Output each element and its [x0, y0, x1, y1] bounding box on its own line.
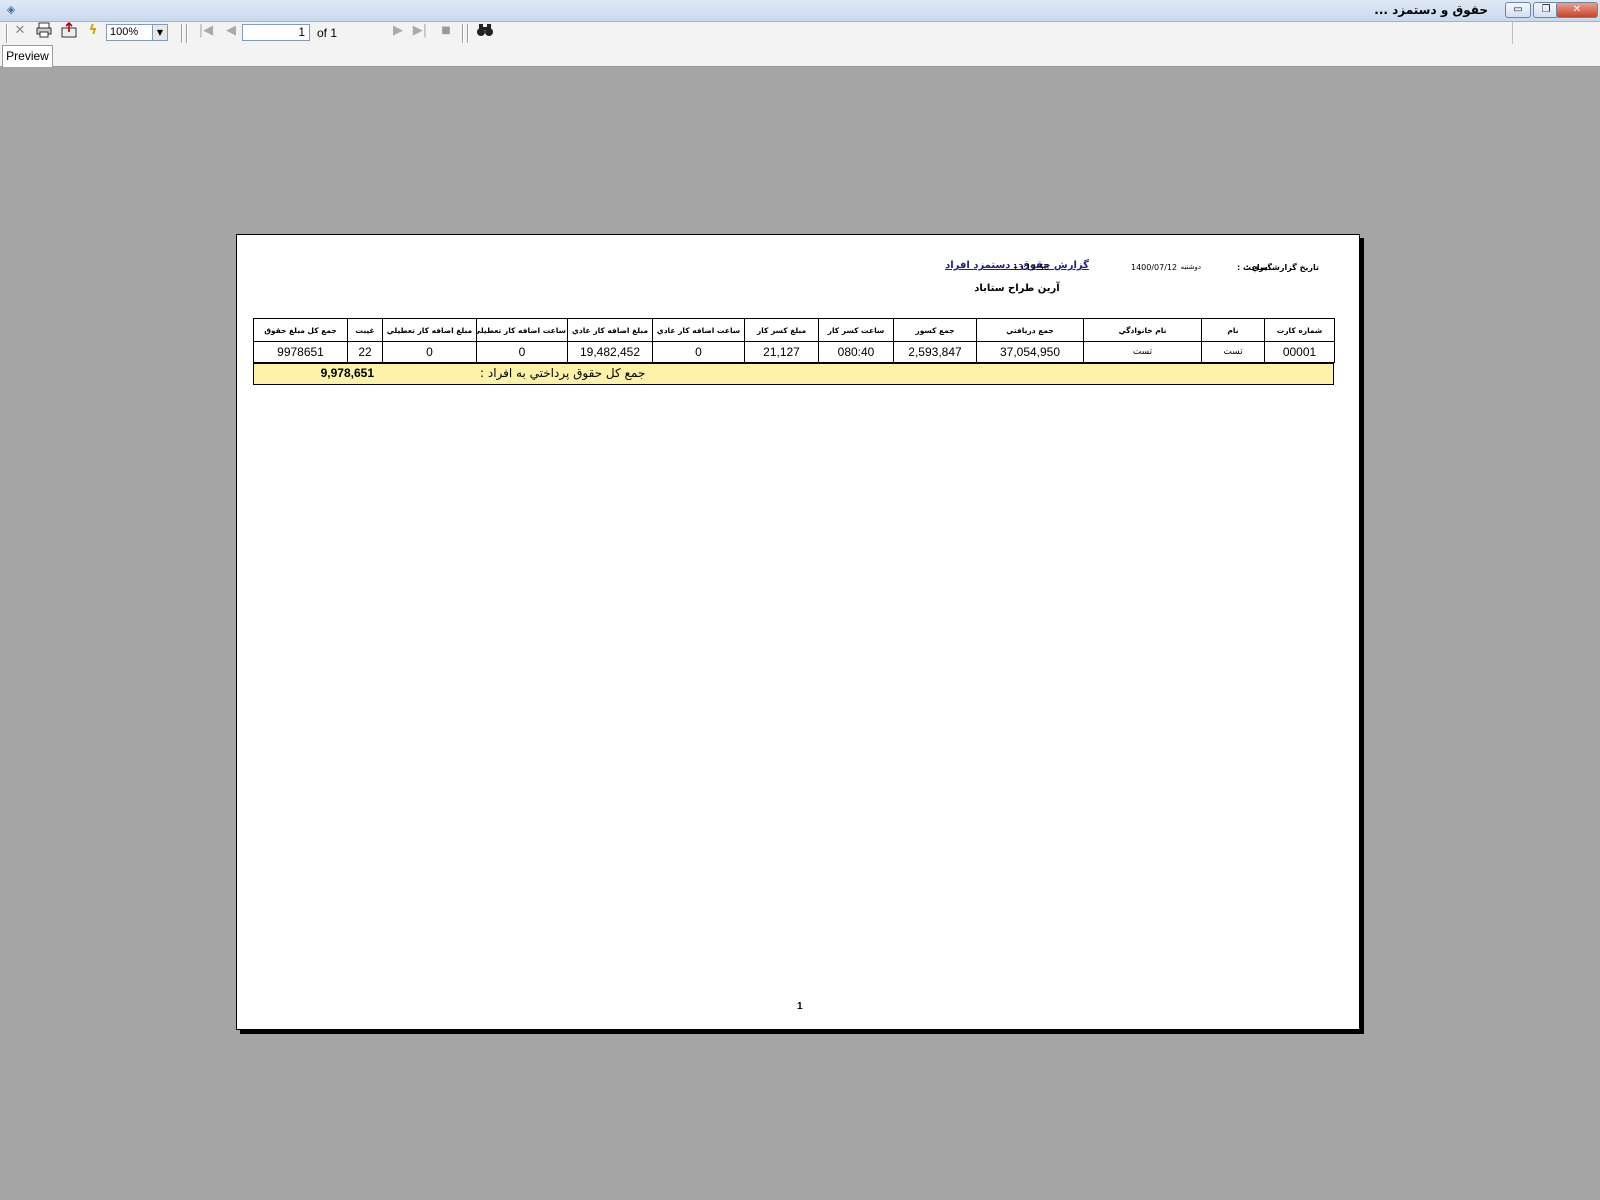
window-titlebar: ◈ حقوق و دستمزد ... ▭ ❐ ✕ — [0, 0, 1600, 22]
app-icon: ◈ — [6, 3, 16, 16]
column-header: نام خانوادگي — [1083, 318, 1202, 342]
table-cell: 19,482,452 — [567, 341, 653, 363]
report-page: گزارش حقوق ـ دستمزد افراد آرين طراح ستاب… — [236, 234, 1360, 1030]
weekday: دوشنبه — [1180, 263, 1201, 271]
toolbar-separator — [181, 24, 183, 43]
total-summary-bar: جمع كل حقوق پرداختي به افراد : 9,978,651 — [253, 363, 1334, 385]
stop-icon[interactable]: ■ — [436, 22, 456, 40]
table-cell: 9978651 — [253, 341, 348, 363]
toolbar-separator — [186, 24, 188, 43]
column-header: جمع كسور — [893, 318, 977, 342]
report-time: 13:12:56 — [1013, 263, 1049, 272]
minimize-button[interactable]: ▭ — [1505, 2, 1531, 18]
table-row: 00001 تست تست 37,054,950 2,593,847 080:4… — [253, 341, 1335, 363]
last-page-icon[interactable]: ▶| — [410, 22, 430, 40]
tab-preview[interactable]: Preview — [2, 45, 53, 67]
column-header: مبلغ اضافه كار تعطيلي — [382, 318, 477, 342]
column-header: ساعت كسر كار — [818, 318, 894, 342]
close-window-button[interactable]: ✕ — [1556, 2, 1598, 18]
total-value: 9,978,651 — [320, 366, 374, 380]
toolbar-separator — [462, 24, 464, 43]
toolbar-separator — [467, 24, 469, 43]
page-number: 1 — [797, 1001, 803, 1012]
window-title: حقوق و دستمزد ... — [1374, 3, 1488, 17]
tab-bar — [0, 44, 1600, 67]
payroll-table: شماره كارت نام نام خانوادگي جمع دريافتي … — [253, 318, 1335, 363]
report-date: 1400/07/12 — [1131, 263, 1178, 272]
print-icon[interactable] — [34, 22, 54, 40]
next-page-icon[interactable]: ▶ — [388, 22, 408, 40]
table-header-row: شماره كارت نام نام خانوادگي جمع دريافتي … — [253, 318, 1335, 342]
table-cell: 22 — [347, 341, 383, 363]
prev-page-icon[interactable]: ◀ — [221, 22, 241, 40]
page-count-label: of 1 — [317, 26, 338, 40]
restore-icon: ❐ — [1541, 4, 1551, 15]
time-label: ساعت : — [1237, 263, 1268, 272]
table-cell: 0 — [652, 341, 745, 363]
column-header: غيبت — [347, 318, 383, 342]
column-header: مبلغ اضافه كار عادي — [567, 318, 653, 342]
company-name: آرين طراح ستاباد — [974, 283, 1060, 294]
column-header: مبلغ كسر كار — [744, 318, 819, 342]
page-number-input[interactable]: 1 — [242, 24, 310, 41]
toolbar-divider — [1512, 22, 1513, 44]
column-header: شماره كارت — [1264, 318, 1335, 342]
table-cell: 00001 — [1264, 341, 1335, 363]
close-icon[interactable]: ✕ — [10, 22, 30, 40]
minimize-icon: ▭ — [1513, 4, 1523, 15]
column-header: جمع كل مبلغ حقوق — [253, 318, 348, 342]
table-cell: 21,127 — [744, 341, 819, 363]
column-header: نام — [1201, 318, 1265, 342]
toolbar-separator — [6, 24, 8, 43]
refresh-icon[interactable]: ϟ — [83, 22, 103, 40]
table-cell: 0 — [476, 341, 568, 363]
table-cell: 080:40 — [818, 341, 894, 363]
export-icon[interactable] — [59, 21, 79, 40]
table-cell: تست — [1083, 341, 1202, 363]
search-icon[interactable] — [475, 22, 495, 40]
zoom-select[interactable]: 100% ▼ — [106, 24, 168, 41]
table-cell: 0 — [382, 341, 477, 363]
table-cell: 2,593,847 — [893, 341, 977, 363]
column-header: ساعت اضافه كار عادي — [652, 318, 745, 342]
column-header: ساعت اضافه كار تعطيلي — [476, 318, 568, 342]
total-label: جمع كل حقوق پرداختي به افراد : — [480, 366, 646, 380]
table-cell: 37,054,950 — [976, 341, 1084, 363]
chevron-down-icon[interactable]: ▼ — [152, 25, 167, 40]
close-window-icon: ✕ — [1572, 4, 1582, 15]
first-page-icon[interactable]: |◀ — [196, 22, 216, 40]
column-header: جمع دريافتي — [976, 318, 1084, 342]
zoom-value: 100% — [110, 26, 139, 38]
table-cell: تست — [1201, 341, 1265, 363]
